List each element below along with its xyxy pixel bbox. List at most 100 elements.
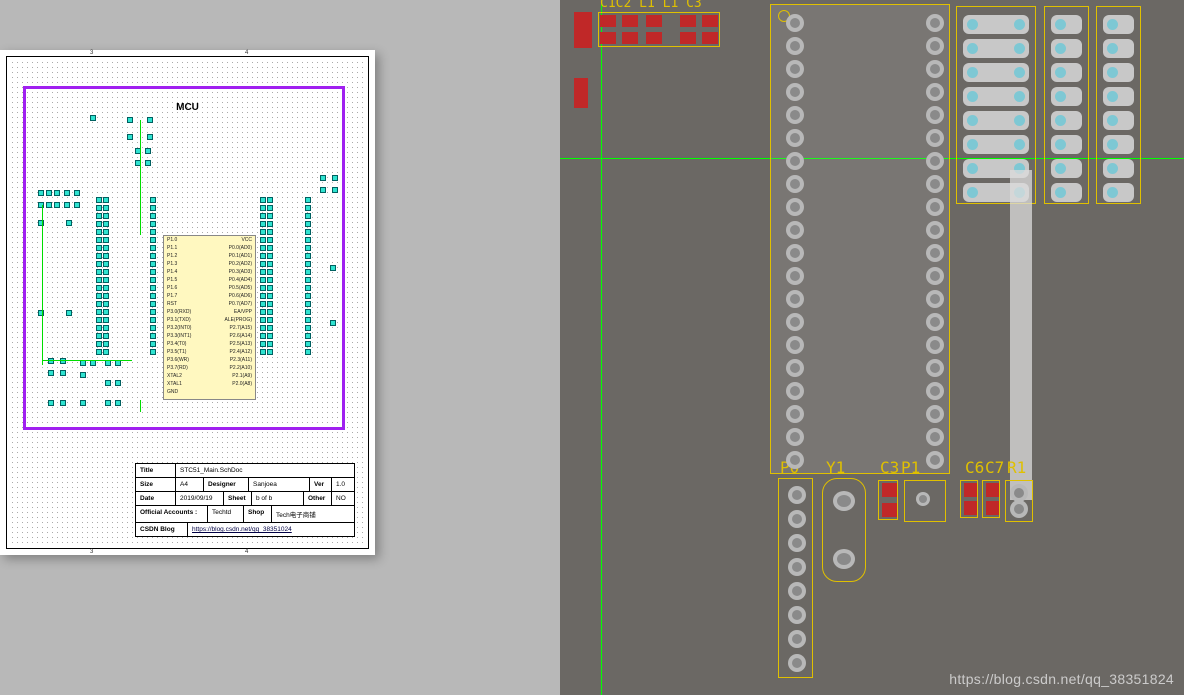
header-pin-node[interactable] [260,309,266,315]
header-pin-node[interactable] [96,277,102,283]
dip-pin-hole[interactable] [926,451,944,469]
connector-pad[interactable] [1051,135,1082,154]
dip-pin-hole[interactable] [926,129,944,147]
header-pin-node[interactable] [260,213,266,219]
dip-pin-hole[interactable] [786,359,804,377]
header-pin-node[interactable] [96,253,102,259]
header-pin-node[interactable] [260,269,266,275]
header-pin-node[interactable] [267,245,273,251]
header-pin-node[interactable] [96,349,102,355]
header-pin-node[interactable] [103,253,109,259]
header-pin-node[interactable] [96,197,102,203]
header-pin-node[interactable] [267,221,273,227]
connector-pad[interactable] [1051,15,1082,34]
header-pin-node[interactable] [96,205,102,211]
header-pin-node[interactable] [103,301,109,307]
header-pin-node[interactable] [96,237,102,243]
header-pin-node[interactable] [103,341,109,347]
header-pin-node[interactable] [260,317,266,323]
header-pin-node[interactable] [150,333,156,339]
header-pin-node[interactable] [96,221,102,227]
capacitor-c7[interactable] [982,480,1000,518]
header-pin-node[interactable] [305,349,311,355]
header-pin-node[interactable] [150,253,156,259]
header-pin-node[interactable] [103,229,109,235]
header-pin-node[interactable] [267,349,273,355]
header-pin-node[interactable] [260,277,266,283]
dip-pin-hole[interactable] [926,405,944,423]
connector-pad[interactable] [963,39,1029,58]
p0-pin-hole[interactable] [788,510,806,528]
connector-pad[interactable] [1051,159,1082,178]
dip-pin-hole[interactable] [786,290,804,308]
dip-pin-hole[interactable] [786,14,804,32]
connector-pad[interactable] [963,111,1029,130]
dip-pin-hole[interactable] [926,37,944,55]
p0-pin-hole[interactable] [788,606,806,624]
dip-pin-hole[interactable] [926,60,944,78]
header-pin-node[interactable] [267,317,273,323]
header-pin-node[interactable] [103,213,109,219]
header-pin-node[interactable] [267,293,273,299]
header-pin-node[interactable] [103,205,109,211]
header-pin-node[interactable] [150,261,156,267]
connector-pad[interactable] [1103,63,1134,82]
header-pin-node[interactable] [267,341,273,347]
header-pin-node[interactable] [305,333,311,339]
dip-pin-hole[interactable] [926,14,944,32]
header-pin-node[interactable] [103,325,109,331]
header-pin-node[interactable] [150,285,156,291]
connector-pad[interactable] [963,135,1029,154]
dip-pin-hole[interactable] [786,244,804,262]
header-pin-node[interactable] [150,229,156,235]
connector-pad[interactable] [1103,159,1134,178]
header-pin-node[interactable] [96,245,102,251]
schematic-sheet[interactable]: 3 4 3 4 MCU P1.0VCCP1.1P0.0(AD0)P1.2P0.1… [0,50,375,555]
header-pin-node[interactable] [96,229,102,235]
connector-pad[interactable] [963,63,1029,82]
dip-pin-hole[interactable] [926,359,944,377]
header-pin-node[interactable] [96,333,102,339]
header-pin-node[interactable] [305,317,311,323]
header-pin-node[interactable] [103,237,109,243]
header-pin-node[interactable] [260,285,266,291]
header-pin-node[interactable] [103,293,109,299]
dip-pin-hole[interactable] [786,37,804,55]
connector-pad[interactable] [1051,63,1082,82]
connector-pad[interactable] [1051,39,1082,58]
header-pin-node[interactable] [305,325,311,331]
header-pin-node[interactable] [150,325,156,331]
connector-pad[interactable] [1051,183,1082,202]
header-pin-node[interactable] [103,269,109,275]
tb-blog-link[interactable]: https://blog.csdn.net/qq_38351024 [192,526,292,533]
header-p0[interactable] [778,478,813,678]
header-pin-node[interactable] [96,293,102,299]
header-pin-node[interactable] [150,245,156,251]
edge-component[interactable] [574,12,592,48]
header-pin-node[interactable] [150,197,156,203]
header-pin-node[interactable] [267,309,273,315]
header-pin-node[interactable] [305,197,311,203]
connector-pad[interactable] [1051,111,1082,130]
header-pin-node[interactable] [305,229,311,235]
p0-pin-hole[interactable] [788,534,806,552]
header-pin-node[interactable] [267,325,273,331]
dip-pin-hole[interactable] [786,129,804,147]
header-pin-node[interactable] [305,221,311,227]
dip-pin-hole[interactable] [786,221,804,239]
header-pin-node[interactable] [267,301,273,307]
header-pin-node[interactable] [305,309,311,315]
pcb-editor-panel[interactable]: C1C2 L1 L1 C3 [560,0,1184,695]
dip-pin-hole[interactable] [786,175,804,193]
header-pin-node[interactable] [150,349,156,355]
header-pin-node[interactable] [150,269,156,275]
schematic-editor-panel[interactable]: 3 4 3 4 MCU P1.0VCCP1.1P0.0(AD0)P1.2P0.1… [0,0,560,695]
p0-pin-hole[interactable] [788,582,806,600]
header-pin-node[interactable] [96,325,102,331]
connector-pad[interactable] [1103,183,1134,202]
dip-pin-hole[interactable] [926,83,944,101]
header-pin-node[interactable] [267,197,273,203]
header-pin-node[interactable] [260,261,266,267]
header-pin-node[interactable] [96,269,102,275]
dip-pin-hole[interactable] [926,198,944,216]
